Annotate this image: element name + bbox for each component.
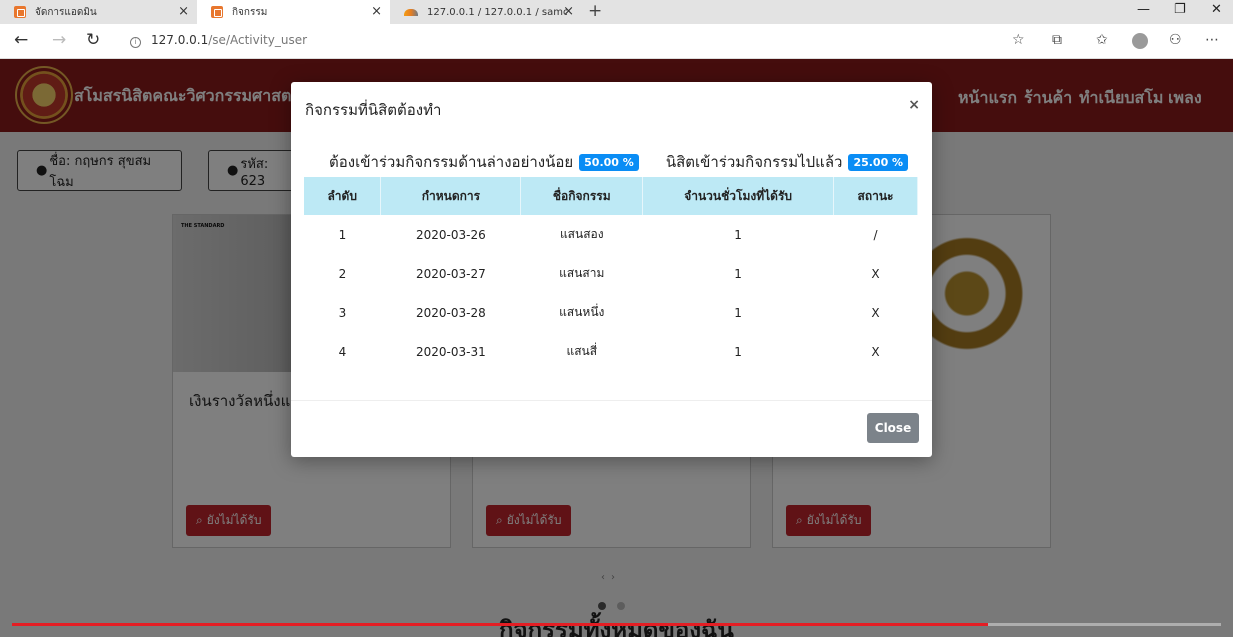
col-header: ลำดับ [304,177,382,215]
activity-stats: ต้องเข้าร่วมกิจกรรมด้านล่างอย่างน้อย 50.… [329,150,909,174]
table-cell: 2020-03-31 [416,344,486,359]
done-label: นิสิตเข้าร่วมกิจกรรมไปแล้ว [665,153,843,171]
table-cell: 2 [338,266,347,281]
xampp-icon [14,6,26,18]
col-header: สถานะ [833,177,918,215]
table-cell: แสนสอง [559,227,604,241]
cast-icon[interactable]: ⧉ [1052,32,1062,48]
refresh-icon[interactable]: ↻ [86,30,100,50]
phpmyadmin-icon [404,7,418,17]
table-cell: 2020-03-26 [416,227,486,242]
back-arrow-icon[interactable]: ← [14,30,28,50]
col-header: จำนวนชั่วโมงที่ได้รับ [642,177,835,215]
xampp-icon [211,6,223,18]
video-progress-bar[interactable] [12,623,1221,626]
done-badge: 25.00 % [848,153,909,171]
activity-table: ลำดับ กำหนดการ ชื่อกิจกรรม จำนวนชั่วโมงท… [304,177,918,371]
info-icon[interactable]: i [130,37,141,48]
table-cell: 2020-03-27 [416,266,486,281]
tab-admin[interactable]: จัดการแอดมิน × [0,0,197,24]
favorites-list-icon[interactable]: ✩ [1096,32,1108,48]
close-icon[interactable]: × [371,4,382,19]
required-badge: 50.00 % [579,153,639,171]
table-cell: แสนหนึ่ง [559,305,605,319]
more-menu-icon[interactable]: ⋯ [1205,32,1219,48]
table-cell: 1 [734,266,742,281]
browser-tab-bar: จัดการแอดมิน × กิจกรรม × 127.0.0.1 / 127… [0,0,1233,24]
tab-phpmyadmin[interactable]: 127.0.0.1 / 127.0.0.1 / samosyste × [390,0,582,24]
maximize-button[interactable]: ❐ [1174,2,1186,17]
table-cell: X [871,305,880,320]
close-icon[interactable]: × [178,4,189,19]
modal-title: กิจกรรมที่นิสิตต้องทำ [305,101,442,119]
required-label: ต้องเข้าร่วมกิจกรรมด้านล่างอย่างน้อย [329,153,574,171]
new-tab-button[interactable]: + [588,1,602,21]
table-cell: 1 [734,344,742,359]
table-row: 1 2020-03-26 แสนสอง 1 / [304,215,918,254]
url-field[interactable]: i 127.0.0.1/se/Activity_user [130,33,307,48]
table-cell: 1 [734,305,742,320]
table-cell: 1 [734,227,742,242]
table-cell: 2020-03-28 [416,305,486,320]
col-header: ชื่อกิจกรรม [520,177,644,215]
table-cell: 3 [338,305,347,320]
favorite-star-icon[interactable]: ☆ [1012,32,1025,48]
minimize-button[interactable]: — [1137,2,1150,17]
window-close-button[interactable]: ✕ [1211,2,1222,17]
close-button[interactable]: Close [867,413,919,443]
video-progress-fill [12,623,988,626]
table-row: 4 2020-03-31 แสนสี่ 1 X [304,332,918,371]
feedback-icon[interactable]: ⚇ [1169,32,1182,48]
table-row: 3 2020-03-28 แสนหนึ่ง 1 X [304,293,918,332]
table-cell: 1 [338,227,347,242]
col-header: กำหนดการ [380,177,522,215]
forward-arrow-icon[interactable]: → [52,30,66,50]
address-bar: ← → ↻ i 127.0.0.1/se/Activity_user ☆ ⧉ ✩ … [0,24,1233,59]
tab-activity[interactable]: กิจกรรม × [197,0,390,24]
profile-avatar[interactable] [1132,33,1148,49]
close-icon[interactable]: × [908,97,920,113]
table-cell: แสนสี่ [566,344,598,358]
table-cell: / [873,227,878,242]
table-header-row: ลำดับ กำหนดการ ชื่อกิจกรรม จำนวนชั่วโมงท… [304,177,918,215]
table-cell: X [871,344,880,359]
modal-footer-divider [291,400,932,401]
table-cell: 4 [338,344,347,359]
table-row: 2 2020-03-27 แสนสาม 1 X [304,254,918,293]
close-icon[interactable]: × [563,4,574,19]
table-cell: แสนสาม [559,266,605,280]
table-cell: X [871,266,880,281]
activity-modal: กิจกรรมที่นิสิตต้องทำ × ต้องเข้าร่วมกิจก… [291,82,932,457]
